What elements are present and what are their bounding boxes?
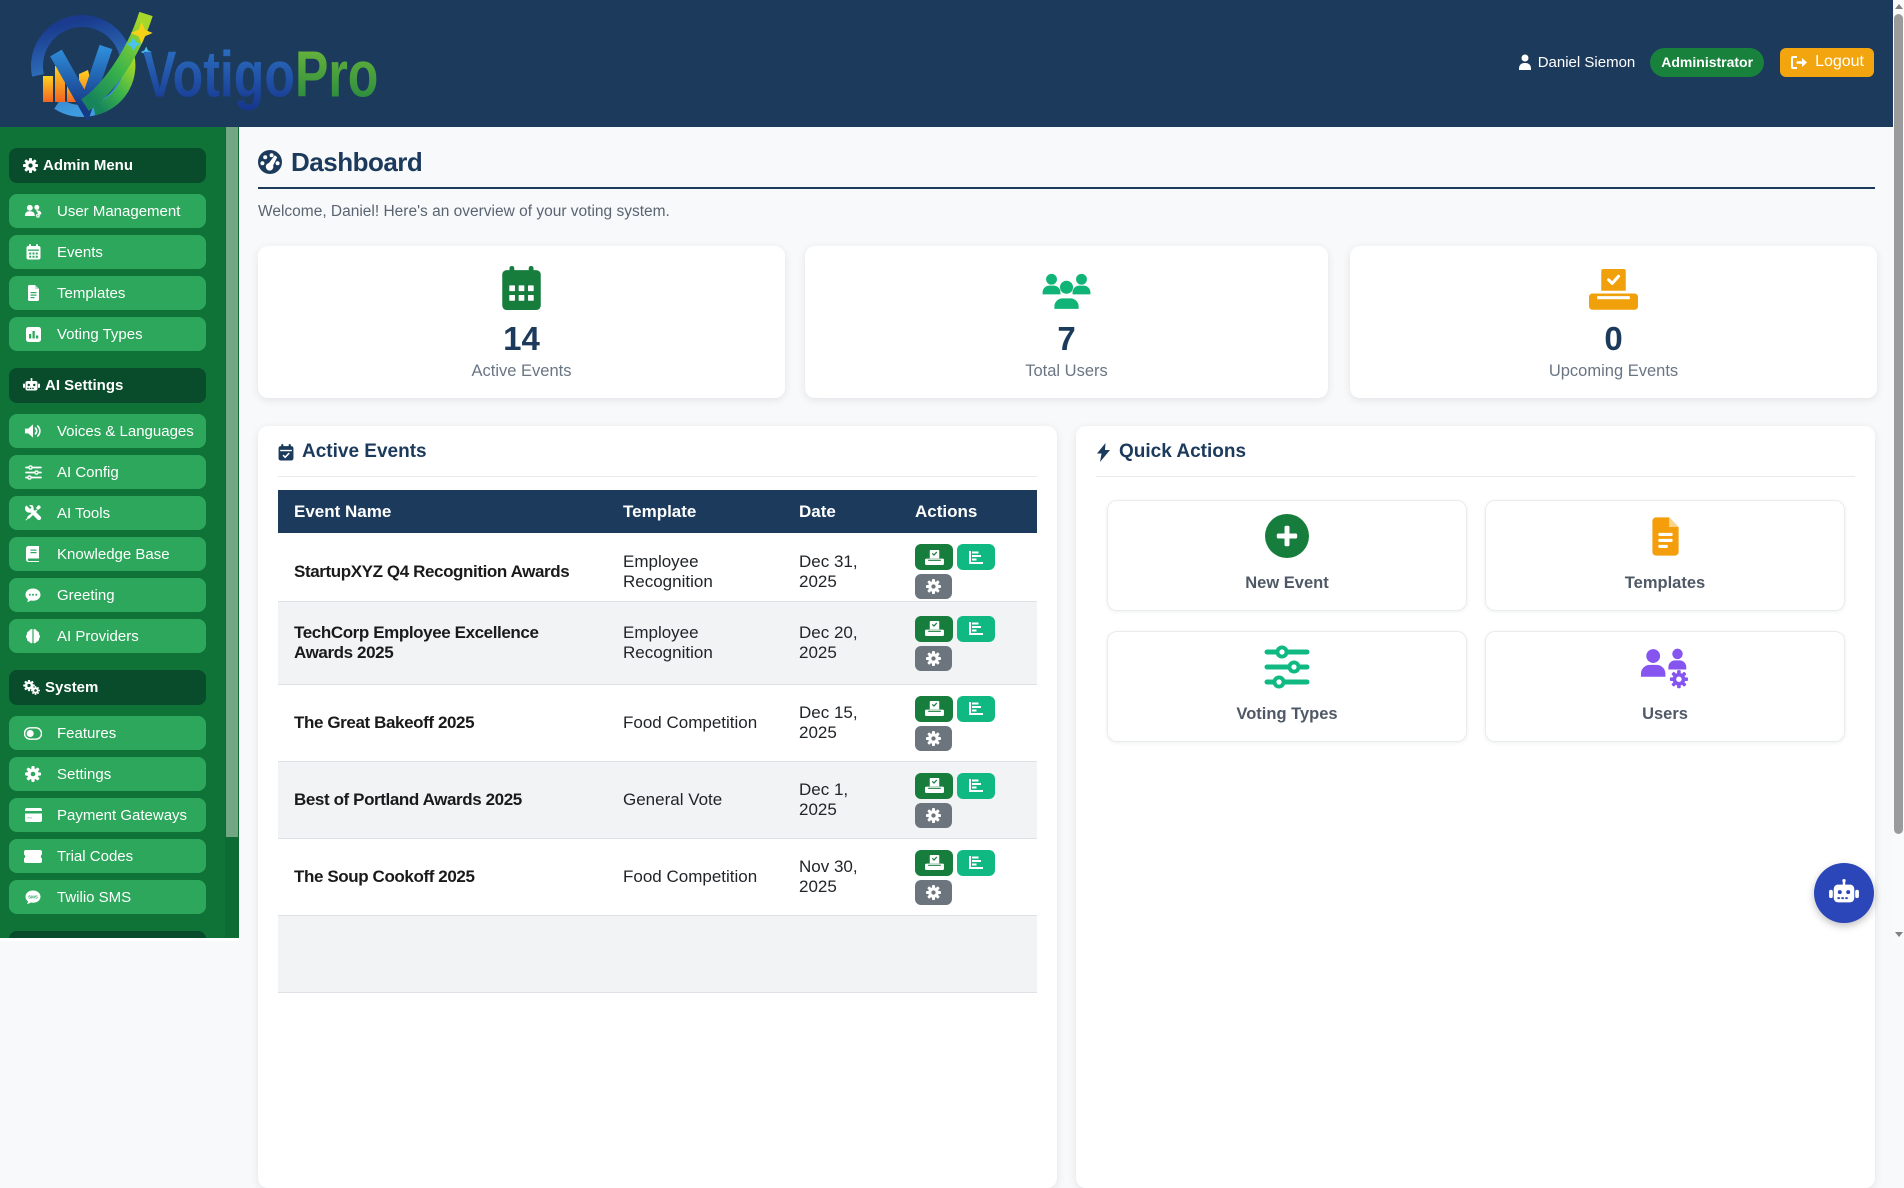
svg-text:SMS: SMS — [28, 894, 38, 899]
svg-text:VotigoPro: VotigoPro — [143, 38, 378, 111]
